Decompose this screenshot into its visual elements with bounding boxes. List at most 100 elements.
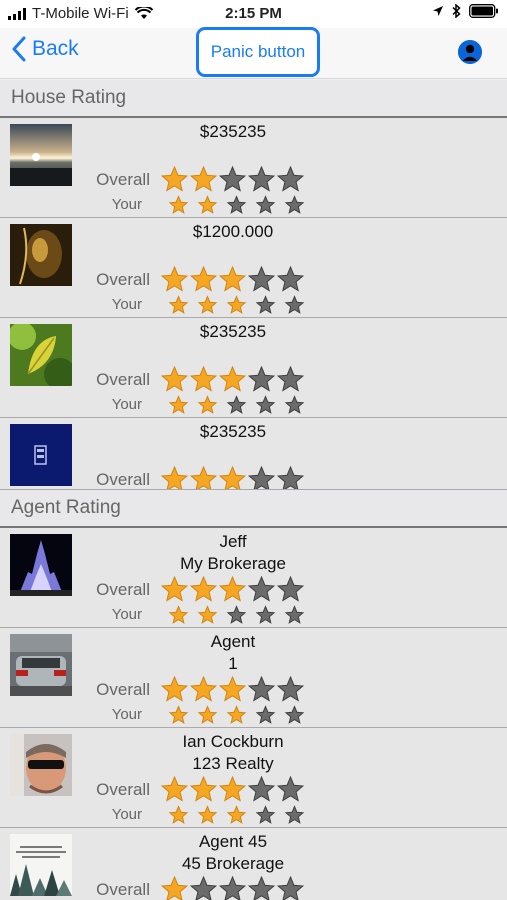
star-filled-icon[interactable] (164, 195, 193, 215)
overall-rating-stars (160, 875, 305, 900)
star-empty-icon (276, 575, 305, 604)
agent-rating-title: Agent Rating (11, 497, 121, 518)
star-filled-icon (218, 775, 247, 804)
battery-icon (469, 4, 498, 18)
navigation-bar: Back Panic button (0, 27, 507, 79)
star-empty-icon[interactable] (280, 605, 309, 625)
star-filled-icon (189, 775, 218, 804)
star-filled-icon (160, 465, 189, 489)
agent-row[interactable]: Ian Cockburn 123 Realty Overall Your (0, 728, 507, 828)
house-row[interactable]: $235235 Overall Your (0, 118, 507, 218)
star-empty-icon[interactable] (222, 195, 251, 215)
location-arrow-icon (433, 6, 443, 16)
star-empty-icon (276, 365, 305, 394)
star-empty-icon (276, 265, 305, 294)
agent-name: Jeff (219, 532, 247, 551)
agent-row[interactable]: Agent 45 45 Brokerage Overall (0, 828, 507, 900)
your-rating-stars[interactable] (164, 195, 309, 215)
star-filled-icon (218, 265, 247, 294)
star-filled-icon (218, 575, 247, 604)
star-empty-icon (276, 875, 305, 900)
your-label: Your (111, 296, 142, 313)
star-filled-icon[interactable] (193, 605, 222, 625)
your-rating-stars[interactable] (164, 295, 309, 315)
back-button[interactable]: Back (12, 36, 79, 62)
panic-button[interactable]: Panic button (196, 27, 320, 77)
your-rating-stars[interactable] (164, 805, 309, 825)
star-filled-icon[interactable] (222, 295, 251, 315)
agent-brokerage: 123 Realty (192, 754, 274, 773)
star-empty-icon[interactable] (251, 605, 280, 625)
star-filled-icon (189, 165, 218, 194)
star-empty-icon (218, 875, 247, 900)
star-empty-icon[interactable] (280, 395, 309, 415)
star-filled-icon (160, 165, 189, 194)
star-empty-icon[interactable] (251, 805, 280, 825)
house-row[interactable]: $235235 Overall (0, 418, 507, 490)
clock: 2:15 PM (225, 5, 282, 22)
star-empty-icon[interactable] (280, 805, 309, 825)
house-price: $235235 (199, 422, 267, 441)
star-empty-icon[interactable] (251, 295, 280, 315)
star-empty-icon[interactable] (222, 605, 251, 625)
overall-label: Overall (96, 470, 150, 489)
star-filled-icon[interactable] (193, 705, 222, 725)
star-filled-icon[interactable] (164, 605, 193, 625)
star-filled-icon[interactable] (193, 805, 222, 825)
overall-rating-stars (160, 575, 305, 604)
star-empty-icon[interactable] (251, 705, 280, 725)
house-row[interactable]: $1200.000 Overall Your (0, 218, 507, 318)
agent-row[interactable]: Agent 1 Overall Your (0, 628, 507, 728)
agent-name: Ian Cockburn (182, 732, 284, 751)
your-label: Your (111, 706, 142, 723)
overall-rating-stars (160, 365, 305, 394)
agent-brokerage: 45 Brokerage (181, 854, 285, 873)
star-filled-icon (189, 675, 218, 704)
star-empty-icon (276, 465, 305, 489)
star-filled-icon[interactable] (164, 805, 193, 825)
star-filled-icon[interactable] (222, 705, 251, 725)
star-filled-icon[interactable] (222, 805, 251, 825)
star-filled-icon (218, 465, 247, 489)
overall-label: Overall (96, 270, 150, 289)
your-rating-stars[interactable] (164, 705, 309, 725)
star-filled-icon[interactable] (193, 195, 222, 215)
star-filled-icon (160, 265, 189, 294)
star-filled-icon[interactable] (164, 705, 193, 725)
overall-label: Overall (96, 370, 150, 389)
star-filled-icon[interactable] (164, 395, 193, 415)
star-filled-icon (189, 365, 218, 394)
star-empty-icon[interactable] (251, 195, 280, 215)
house-row[interactable]: $235235 Overall Your (0, 318, 507, 418)
star-filled-icon[interactable] (193, 295, 222, 315)
star-empty-icon[interactable] (222, 395, 251, 415)
star-empty-icon (276, 165, 305, 194)
star-empty-icon (189, 875, 218, 900)
your-rating-stars[interactable] (164, 605, 309, 625)
house-price: $235235 (199, 322, 267, 341)
star-filled-icon[interactable] (164, 295, 193, 315)
agent-name: Agent 45 (198, 832, 268, 851)
star-filled-icon (160, 775, 189, 804)
star-empty-icon (276, 775, 305, 804)
agent-rating-header: Agent Rating (0, 490, 507, 528)
star-empty-icon (247, 465, 276, 489)
star-empty-icon[interactable] (280, 295, 309, 315)
star-empty-icon (247, 365, 276, 394)
overall-label: Overall (96, 680, 150, 699)
star-filled-icon[interactable] (193, 395, 222, 415)
house-rating-title: House Rating (11, 87, 127, 108)
agent-name: Agent (210, 632, 256, 651)
star-empty-icon[interactable] (280, 705, 309, 725)
star-empty-icon (247, 575, 276, 604)
bluetooth-icon (452, 4, 461, 18)
profile-icon[interactable] (458, 40, 482, 64)
overall-label: Overall (96, 580, 150, 599)
star-empty-icon[interactable] (251, 395, 280, 415)
your-rating-stars[interactable] (164, 395, 309, 415)
house-rating-header: House Rating (0, 80, 507, 118)
star-filled-icon (160, 675, 189, 704)
star-empty-icon[interactable] (280, 195, 309, 215)
agent-row[interactable]: Jeff My Brokerage Overall Your (0, 528, 507, 628)
star-filled-icon (160, 575, 189, 604)
